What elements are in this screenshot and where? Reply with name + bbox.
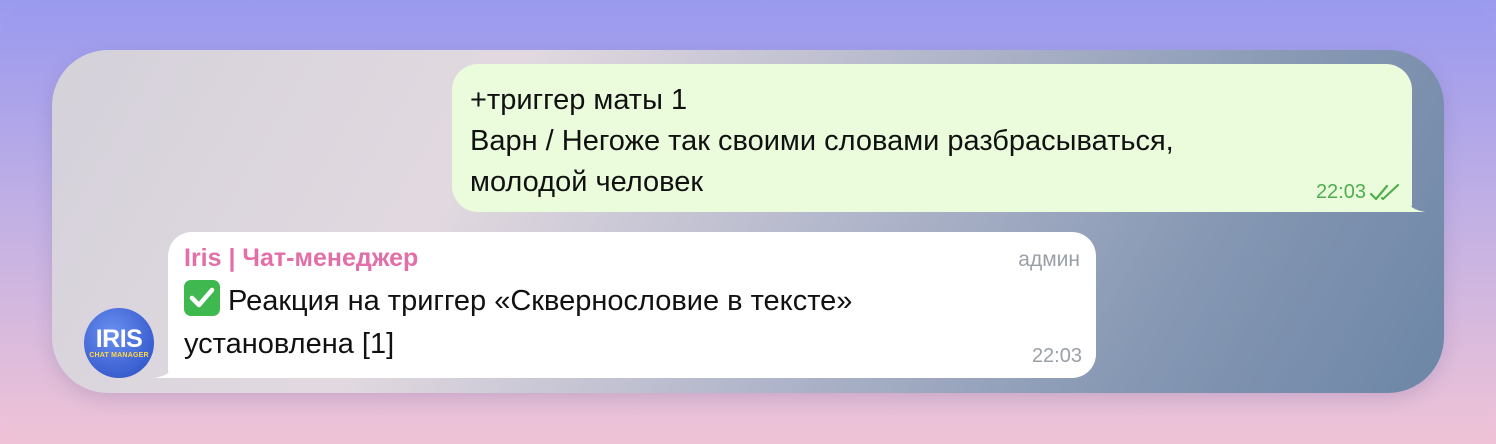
outgoing-bubble-tail [1404, 194, 1426, 212]
avatar-logo-subtitle: CHAT MANAGER [89, 351, 149, 359]
incoming-message-text: Реакция на триггер «Сквернословие в текс… [184, 280, 1080, 366]
outgoing-message-text: +триггер маты 1 Варн / Негоже так своими … [470, 80, 1394, 203]
outgoing-message-meta: 22:03 [1316, 181, 1402, 204]
outgoing-message-bubble[interactable]: +триггер маты 1 Варн / Негоже так своими … [452, 64, 1412, 212]
chat-area: +триггер маты 1 Варн / Негоже так своими … [52, 50, 1444, 393]
outgoing-line-1: +триггер маты 1 [470, 84, 688, 116]
sender-row: Iris | Чат-менеджер админ [184, 244, 1080, 276]
incoming-line-1: Реакция на триггер «Сквернословие в текс… [228, 285, 853, 317]
incoming-message-bubble[interactable]: Iris | Чат-менеджер админ Реакция на три… [168, 232, 1096, 378]
window-frame: +триггер маты 1 Варн / Негоже так своими … [0, 0, 1496, 444]
avatar-logo-title: IRIS [95, 324, 143, 353]
double-check-icon [1368, 183, 1402, 203]
incoming-message-time: 22:03 [1031, 345, 1082, 367]
outgoing-line-2: Варн / Негоже так своими словами разбрас… [470, 125, 1174, 157]
sender-name[interactable]: Iris | Чат-менеджер [184, 244, 418, 273]
outgoing-message-time: 22:03 [1315, 181, 1366, 203]
avatar[interactable]: IRIS CHAT MANAGER [84, 308, 154, 378]
incoming-bubble-tail [154, 360, 176, 378]
admin-badge: админ [1018, 248, 1080, 271]
check-mark-button-icon [184, 280, 220, 316]
outgoing-line-3: молодой человек [470, 166, 704, 198]
incoming-line-2: установлена [1] [184, 328, 395, 360]
